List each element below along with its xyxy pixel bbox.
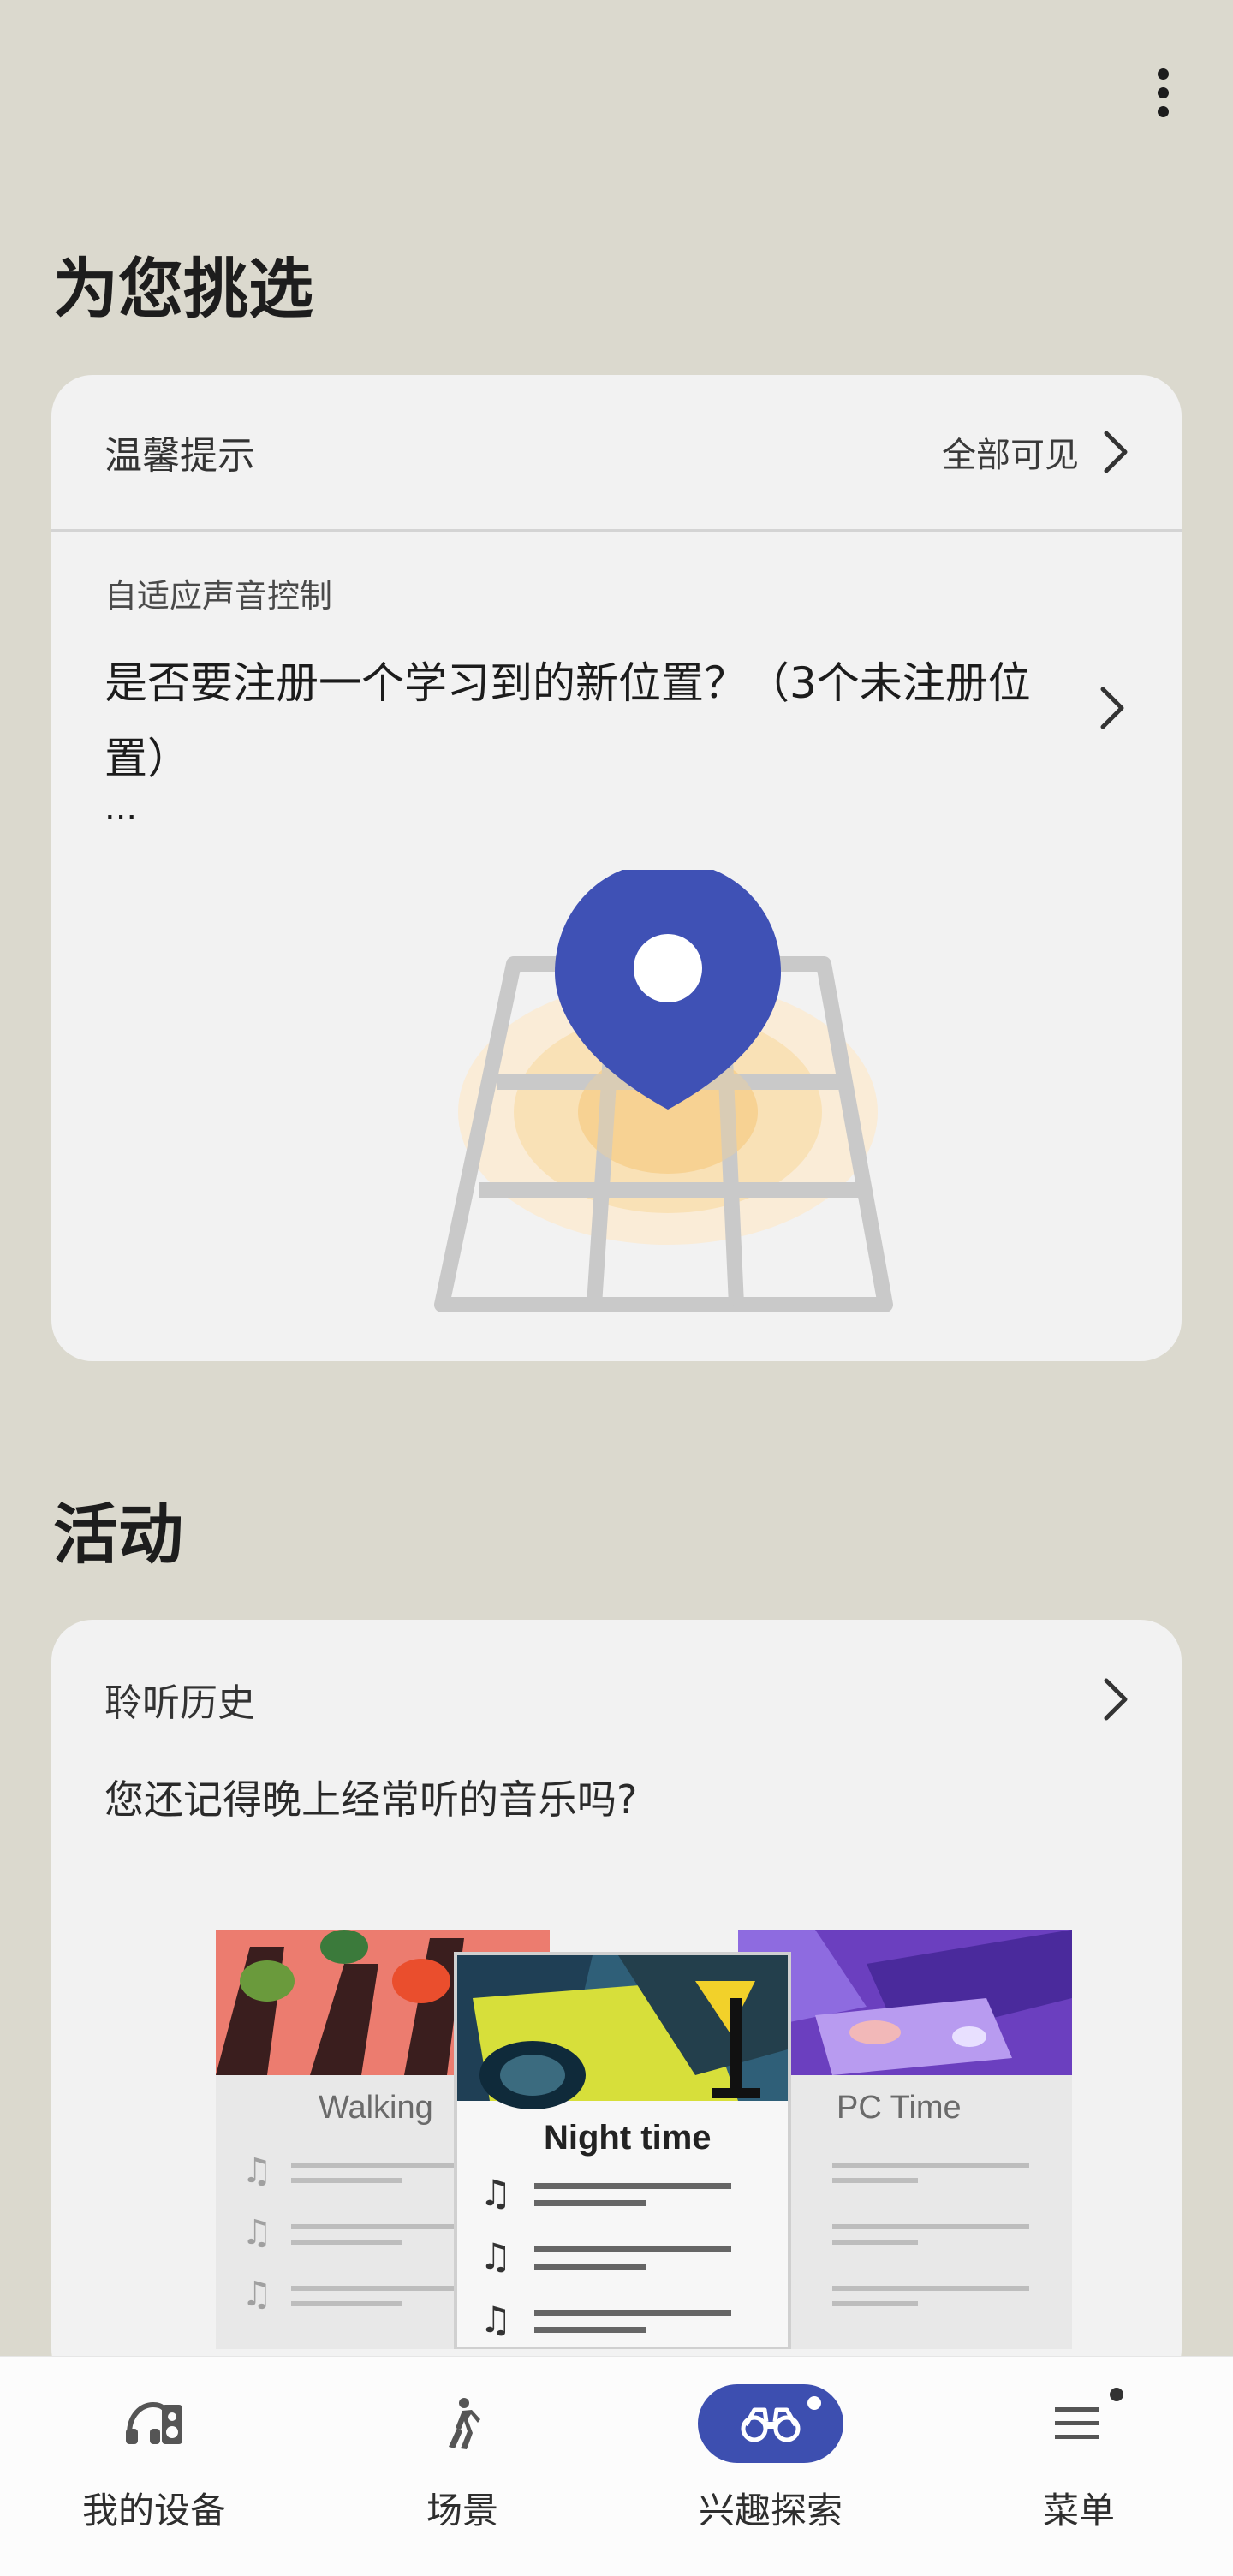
svg-text:♫: ♫ xyxy=(480,2235,512,2277)
map-pin-location-illustration xyxy=(434,870,893,1312)
nav-item-discover[interactable]: 兴趣探索 xyxy=(616,2357,925,2576)
playlist-left-label: Walking xyxy=(319,2090,433,2126)
listening-history-header[interactable]: 聆听历史 xyxy=(51,1620,1182,1779)
headphones-device-icon xyxy=(126,2401,182,2444)
walking-person-icon xyxy=(449,2398,480,2449)
playlist-cards-illustration: Walking PC Time ♫ ♫ ♫ Night time ♫ ♫ ♫ xyxy=(216,1930,1072,2349)
tip-ellipsis: ... xyxy=(104,788,138,828)
svg-text:♫: ♫ xyxy=(241,2213,272,2252)
see-all-label: 全部可见 xyxy=(942,436,1079,475)
nav-label-my-devices: 我的设备 xyxy=(81,2490,226,2531)
binoculars-icon xyxy=(741,2407,801,2442)
nav-item-my-devices[interactable]: 我的设备 xyxy=(0,2357,308,2576)
more-options-button[interactable] xyxy=(1139,60,1187,125)
see-all-link[interactable]: 全部可见 xyxy=(942,427,1130,477)
tip-subtitle: 自适应声音控制 xyxy=(104,577,333,615)
listening-history-label: 聆听历史 xyxy=(104,1681,255,1725)
chevron-right-icon[interactable] xyxy=(1101,1677,1130,1722)
tip-chevron-right-icon[interactable] xyxy=(1098,686,1127,730)
tip-item[interactable]: 自适应声音控制 是否要注册一个学习到的新位置？（3个未注册位置） ... xyxy=(51,532,1182,1312)
tips-card-header[interactable]: 温馨提示 全部可见 xyxy=(51,375,1182,529)
new-badge-dot xyxy=(807,2396,821,2410)
listening-history-subtitle: 您还记得晚上经常听的音乐吗? xyxy=(104,1776,638,1823)
nav-label-scenes: 场景 xyxy=(426,2490,498,2531)
tip-text: 是否要注册一个学习到的新位置？（3个未注册位置） xyxy=(104,658,1031,783)
activity-section-title: 活动 xyxy=(53,1496,183,1573)
nav-label-menu: 菜单 xyxy=(1042,2490,1115,2531)
nav-item-menu[interactable]: 菜单 xyxy=(925,2357,1233,2576)
menu-icon xyxy=(1055,2407,1099,2439)
nav-label-discover: 兴趣探索 xyxy=(698,2490,843,2531)
nav-item-scenes[interactable]: 场景 xyxy=(308,2357,616,2576)
more-vert-icon xyxy=(1157,68,1169,80)
svg-text:♫: ♫ xyxy=(241,2151,272,2191)
tips-header-label: 温馨提示 xyxy=(104,434,255,478)
picks-section-title: 为您挑选 xyxy=(53,251,313,327)
svg-text:♫: ♫ xyxy=(241,2275,272,2314)
svg-text:♫: ♫ xyxy=(480,2172,512,2214)
bottom-navigation: 我的设备 场景 兴趣探索 菜单 xyxy=(0,2356,1233,2576)
playlist-center-label: Night time xyxy=(544,2119,712,2157)
tips-card[interactable]: 温馨提示 全部可见 自适应声音控制 是否要注册一个学习到的新位置？（3个未注册位… xyxy=(51,375,1182,1361)
listening-history-card[interactable]: 聆听历史 您还记得晚上经常听的音乐吗? Walking PC Time ♫ ♫ … xyxy=(51,1620,1182,2390)
playlist-right-label: PC Time xyxy=(837,2090,962,2126)
menu-badge-dot xyxy=(1110,2388,1123,2401)
nav-active-indicator xyxy=(698,2384,843,2463)
svg-text:♫: ♫ xyxy=(480,2299,512,2341)
chevron-right-icon xyxy=(1104,431,1128,473)
